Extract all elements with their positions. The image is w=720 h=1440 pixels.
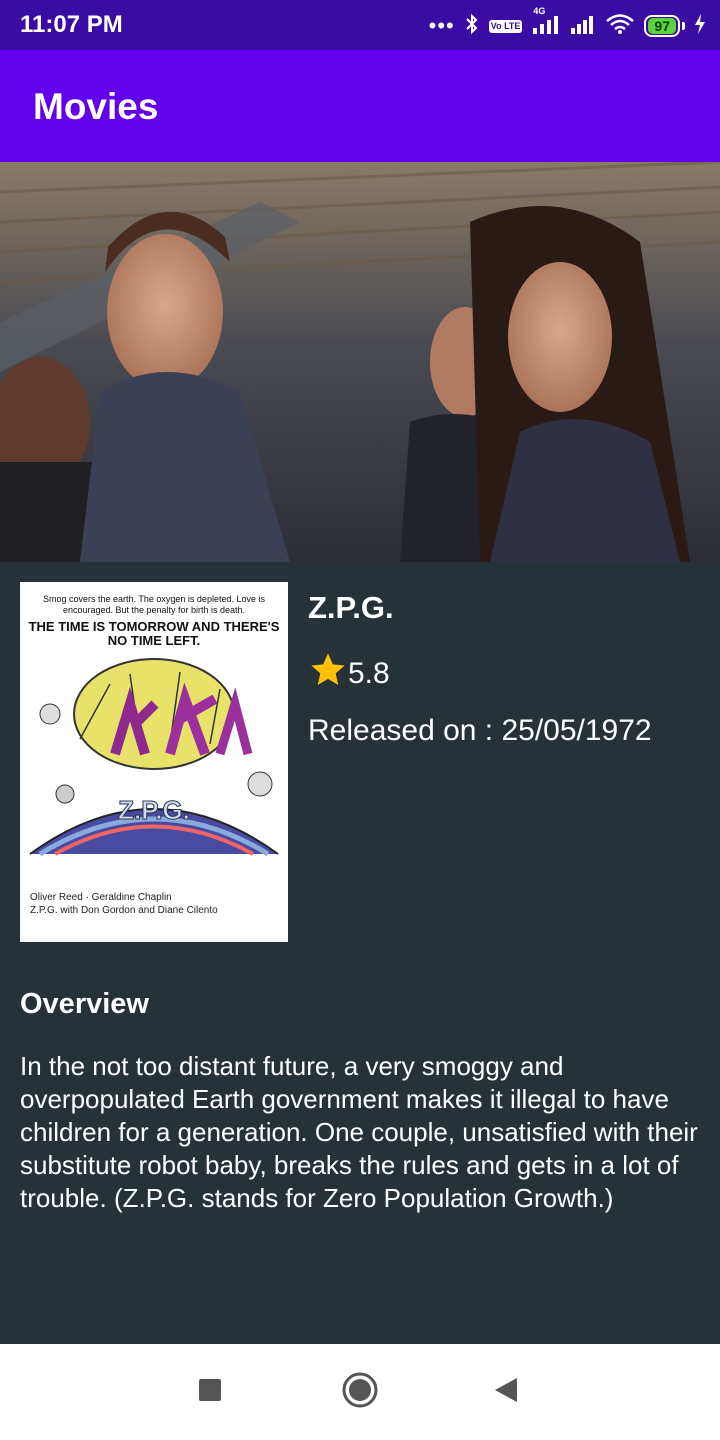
- poster-logo: Z.P.G.: [118, 795, 190, 825]
- movie-poster: Smog covers the earth. The oxygen is dep…: [20, 582, 288, 942]
- overview-text: In the not too distant future, a very sm…: [20, 1051, 698, 1213]
- signal-icon: [570, 14, 596, 39]
- movie-title: Z.P.G.: [308, 590, 394, 625]
- status-time: 11:07 PM: [20, 11, 123, 38]
- wifi-icon: [605, 13, 635, 40]
- nav-back-button[interactable]: [486, 1372, 526, 1412]
- status-bar: 11:07 PM ••• Vo LTE 4G 97: [0, 0, 720, 50]
- nav-back-icon: [493, 1376, 519, 1409]
- poster-artwork: Z.P.G.: [29, 658, 279, 857]
- rating-value: 5.8: [348, 657, 390, 690]
- status-icons: ••• Vo LTE 4G 97: [428, 6, 706, 40]
- nav-recents-icon: [198, 1378, 222, 1407]
- rating-row: 5.8: [308, 650, 390, 698]
- star-icon: [308, 650, 348, 698]
- backdrop-image: [0, 162, 720, 562]
- poster-cast-secondary: Z.P.G. with Don Gordon and Diane Cilento: [30, 905, 218, 916]
- app-title: Movies: [33, 86, 159, 127]
- nav-home-icon: [341, 1371, 379, 1414]
- network-type-label: 4G: [533, 5, 546, 16]
- poster-tagline: Smog covers the earth. The oxygen is dep…: [43, 594, 265, 615]
- bluetooth-icon: [464, 13, 480, 40]
- battery-icon: 97: [644, 15, 685, 37]
- signal-4g-icon: 4G: [531, 6, 561, 39]
- release-date: Released on : 25/05/1972: [308, 714, 652, 747]
- battery-level: 97: [648, 18, 676, 34]
- overview-heading: Overview: [20, 988, 149, 1020]
- system-nav-bar: [0, 1344, 720, 1440]
- more-notifications-icon: •••: [428, 13, 455, 38]
- volte-badge: Vo LTE: [488, 19, 523, 33]
- charging-icon: [694, 13, 706, 39]
- app-bar: Movies: [0, 50, 720, 162]
- poster-cast: Oliver Reed · Geraldine Chaplin: [30, 892, 172, 903]
- nav-home-button[interactable]: [340, 1372, 380, 1412]
- nav-recents-button[interactable]: [190, 1372, 230, 1412]
